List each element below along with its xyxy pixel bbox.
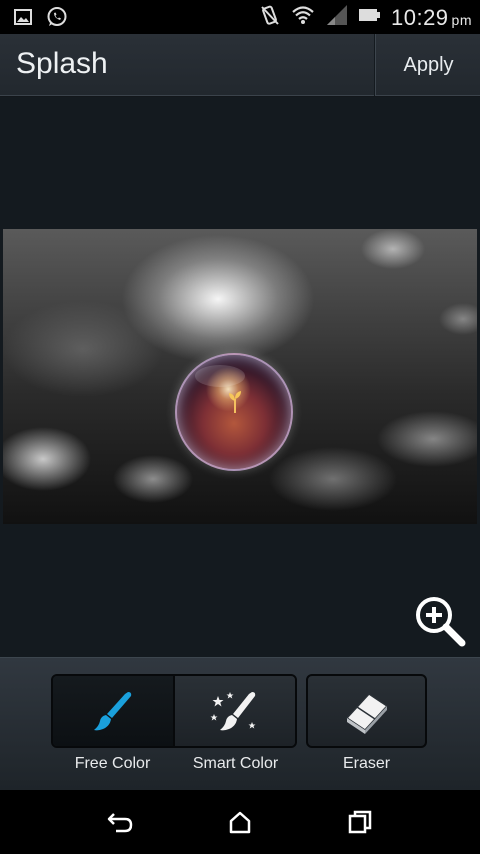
zoom-in-icon[interactable] bbox=[412, 593, 468, 649]
eraser-button[interactable] bbox=[306, 674, 427, 748]
action-bar: Splash Apply bbox=[0, 34, 480, 96]
tool-label-smart-color: Smart Color bbox=[192, 755, 279, 772]
tool-label-free-color: Free Color bbox=[74, 755, 151, 772]
magic-brush-icon bbox=[210, 692, 256, 731]
home-icon[interactable] bbox=[220, 802, 260, 842]
wifi-icon bbox=[291, 5, 315, 30]
navigation-bar bbox=[0, 790, 480, 854]
action-divider bbox=[374, 34, 376, 96]
apply-button[interactable]: Apply bbox=[377, 34, 480, 96]
photo-image[interactable] bbox=[3, 229, 477, 524]
brush-icon bbox=[94, 692, 132, 731]
sprout-graphic bbox=[229, 391, 241, 413]
free-color-button[interactable] bbox=[53, 676, 173, 746]
back-icon[interactable] bbox=[100, 802, 140, 842]
tool-bar: Free Color Smart Color Eraser bbox=[0, 657, 480, 790]
battery-icon bbox=[358, 7, 381, 28]
tool-label-eraser: Eraser bbox=[342, 755, 391, 772]
color-splash-region bbox=[175, 353, 293, 471]
status-bar: 10:29 pm bbox=[0, 0, 480, 34]
editing-canvas[interactable] bbox=[0, 97, 480, 657]
status-ampm: pm bbox=[451, 11, 472, 28]
color-tool-group bbox=[51, 674, 297, 748]
eraser-icon bbox=[345, 693, 388, 734]
gallery-icon bbox=[14, 9, 32, 30]
recents-icon[interactable] bbox=[340, 802, 380, 842]
status-time: 10:29 pm bbox=[390, 4, 472, 30]
vibrate-icon bbox=[259, 4, 281, 31]
whatsapp-icon bbox=[46, 6, 68, 33]
page-title: Splash bbox=[16, 47, 108, 80]
smart-color-button[interactable] bbox=[175, 676, 295, 746]
signal-icon bbox=[325, 4, 349, 31]
